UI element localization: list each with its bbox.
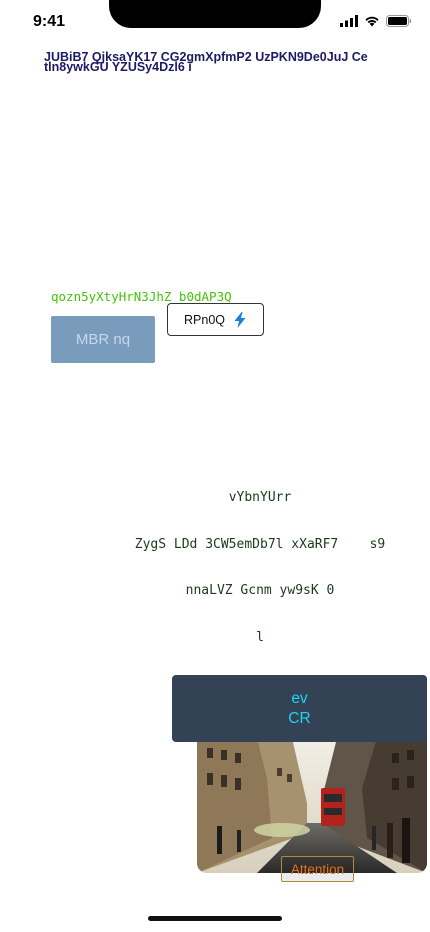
dark-card[interactable]: ev CR: [172, 675, 427, 742]
mono-line-4: l: [256, 629, 264, 645]
status-time: 9:41: [33, 13, 66, 30]
street-photo: [197, 738, 427, 873]
attention-button[interactable]: Attention: [281, 856, 354, 882]
mono-line-3: nnaLVZ Gcnm yw9sK 0: [185, 583, 335, 598]
green-code-text: qozn5yXtyHrN3JhZ b0dAP3Q: [51, 289, 232, 304]
header-text: JUBiB7 QjksaYK17 CG2gmXpfmP2 UzPKN9De0Ju…: [44, 50, 368, 74]
mbr-button[interactable]: MBR nq: [51, 316, 155, 363]
status-icons: [340, 15, 412, 27]
rpn-button-label: RPn0Q: [184, 312, 225, 327]
notch: [109, 0, 321, 28]
card-line-2: CR: [288, 709, 311, 727]
battery-icon: [386, 15, 412, 27]
wifi-icon: [365, 16, 379, 27]
lightning-icon: [234, 311, 246, 328]
mono-line-2: ZygS LDd 3CW5emDb7l xXaRF7 s9: [134, 536, 386, 552]
status-bar: 9:41: [0, 0, 430, 44]
card-line-1: ev: [291, 689, 308, 707]
home-indicator[interactable]: [148, 916, 282, 921]
rpn-button[interactable]: RPn0Q: [167, 303, 264, 336]
mono-line-1: vYbnYUrr: [228, 490, 292, 505]
signal-icon: [340, 15, 358, 27]
mono-text-block: vYbnYUrr ZygS LDd 3CW5emDb7l xXaRF7 s9 n…: [120, 459, 400, 661]
